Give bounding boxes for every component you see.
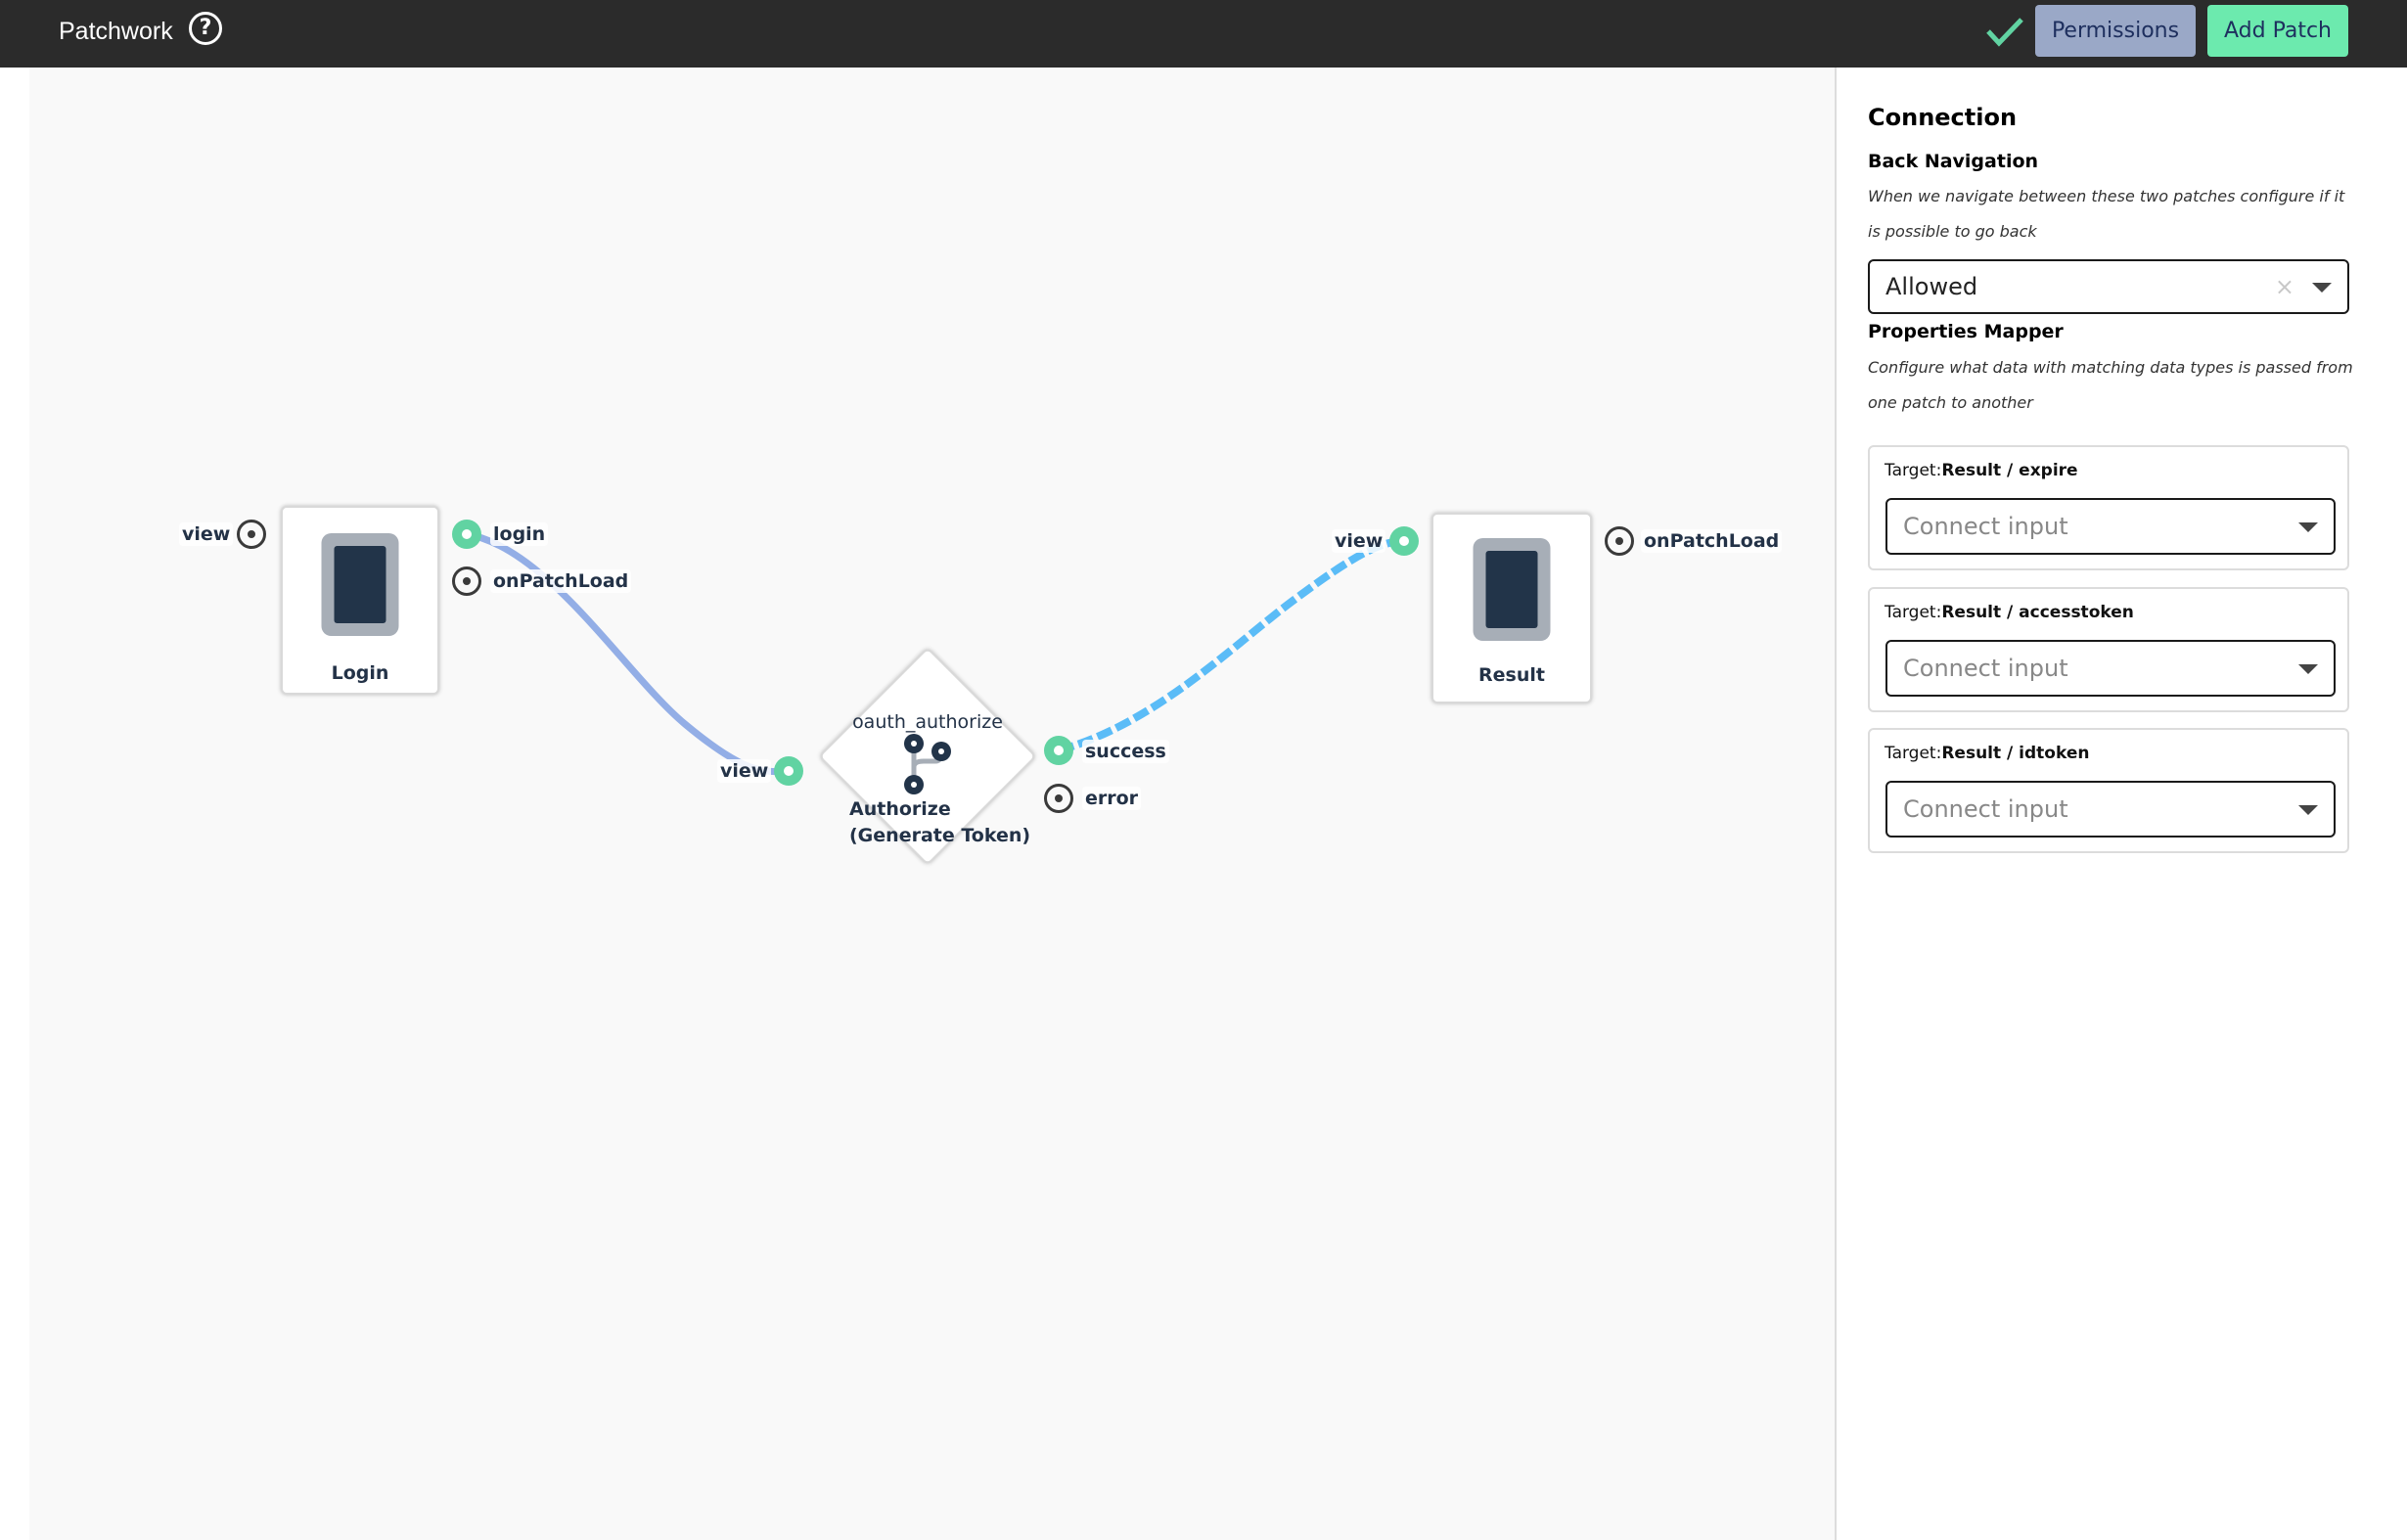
- node-label-line2: (Generate Token): [849, 825, 1031, 846]
- select-placeholder: Connect input: [1903, 513, 2068, 540]
- port-authorize-error[interactable]: [1044, 784, 1073, 813]
- back-navigation-description: When we navigate between these two patch…: [1868, 187, 2345, 241]
- node-subtitle: oauth_authorize: [852, 711, 1003, 733]
- properties-mapper-title: Properties Mapper: [1868, 321, 2064, 342]
- mapping-target: Target:Result / accesstoken: [1885, 603, 2134, 622]
- phone-icon: [321, 533, 399, 636]
- mapping-target: Target:Result / idtoken: [1885, 744, 2090, 763]
- node-label-line1: Authorize: [849, 798, 951, 820]
- port-result-onpatchload[interactable]: [1605, 526, 1634, 556]
- select-value: Allowed: [1885, 273, 1978, 300]
- port-label-authorize-success: success: [1082, 740, 1169, 763]
- add-patch-button[interactable]: Add Patch: [2207, 5, 2348, 57]
- phone-icon: [1473, 538, 1551, 641]
- back-navigation-title: Back Navigation: [1868, 151, 2039, 172]
- checkmark-icon: [1986, 18, 2023, 47]
- select-placeholder: Connect input: [1903, 655, 2068, 682]
- mapping-card: Target:Result / idtoken Connect input: [1868, 728, 2349, 853]
- node-result[interactable]: Result: [1431, 513, 1592, 703]
- port-label-login-login: login: [490, 522, 549, 546]
- chevron-down-icon[interactable]: [2298, 522, 2318, 532]
- port-login-login[interactable]: [452, 520, 481, 549]
- connect-input-select-idtoken[interactable]: Connect input: [1885, 781, 2336, 838]
- mapping-card: Target:Result / expire Connect input: [1868, 445, 2349, 570]
- top-bar: Patchwork ? Permissions Add Patch: [0, 0, 2407, 68]
- connect-input-select-expire[interactable]: Connect input: [1885, 498, 2336, 555]
- chevron-down-icon[interactable]: [2298, 805, 2318, 815]
- mapping-card: Target:Result / accesstoken Connect inpu…: [1868, 587, 2349, 712]
- permissions-button[interactable]: Permissions: [2035, 5, 2196, 57]
- select-placeholder: Connect input: [1903, 795, 2068, 823]
- port-label-authorize-error: error: [1082, 787, 1142, 810]
- properties-mapper-description: Configure what data with matching data t…: [1868, 358, 2353, 412]
- clear-icon[interactable]: ×: [2275, 273, 2294, 300]
- port-label-result-onpatchload: onPatchLoad: [1641, 529, 1783, 553]
- port-authorize-view[interactable]: [774, 756, 803, 786]
- connection-panel: Connection Back Navigation When we navig…: [1835, 68, 2407, 1540]
- node-label: Authorize (Generate Token): [849, 796, 1030, 849]
- connect-input-select-accesstoken[interactable]: Connect input: [1885, 640, 2336, 697]
- port-result-view[interactable]: [1389, 526, 1419, 556]
- node-label: Login: [331, 662, 389, 684]
- node-label: Result: [1478, 664, 1545, 686]
- branch-icon: [904, 734, 951, 794]
- node-login[interactable]: Login: [281, 506, 439, 695]
- port-login-view[interactable]: [237, 520, 266, 549]
- mapping-target: Target:Result / expire: [1885, 461, 2078, 480]
- port-label-authorize-view: view: [717, 759, 772, 783]
- chevron-down-icon[interactable]: [2312, 283, 2332, 293]
- back-navigation-select[interactable]: Allowed ×: [1868, 259, 2349, 314]
- app-title: Patchwork: [59, 18, 173, 45]
- panel-title: Connection: [1868, 104, 2018, 131]
- chevron-down-icon[interactable]: [2298, 664, 2318, 674]
- port-label-login-view: view: [179, 522, 234, 546]
- port-authorize-success[interactable]: [1044, 736, 1073, 765]
- question-circle-icon[interactable]: ?: [189, 12, 222, 45]
- port-label-login-onpatchload: onPatchLoad: [490, 569, 632, 593]
- port-login-onpatchload[interactable]: [452, 566, 481, 596]
- port-label-result-view: view: [1332, 529, 1386, 553]
